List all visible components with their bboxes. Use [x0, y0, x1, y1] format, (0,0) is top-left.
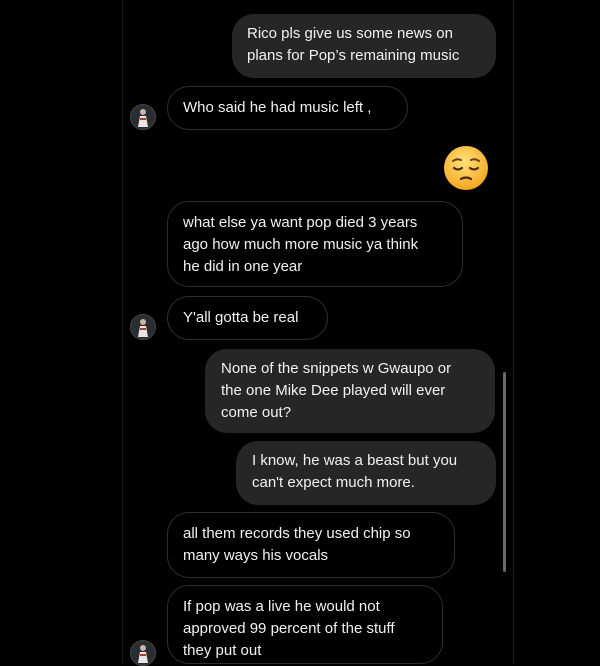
scrollbar[interactable] — [503, 372, 506, 572]
message-line: ago how much more music ya think — [183, 236, 419, 253]
profile-avatar-icon — [138, 109, 148, 127]
avatar[interactable] — [130, 640, 156, 666]
message-line: Rico pls give us some news on — [247, 25, 453, 42]
message-line: they put out — [183, 642, 262, 659]
message-line: what else ya want pop died 3 years — [183, 214, 418, 231]
message-outgoing[interactable]: Rico pls give us some news on plans for … — [232, 14, 496, 78]
message-incoming[interactable]: Who said he had music left , — [167, 86, 408, 130]
message-line: come out? — [221, 404, 292, 421]
message-line: the one Mike Dee played will ever — [221, 382, 446, 399]
message-line: many ways his vocals — [183, 547, 329, 564]
message-line: approved 99 percent of the stuff — [183, 620, 395, 637]
message-incoming[interactable]: If pop was a live he would not approved … — [167, 585, 443, 664]
message-line: all them records they used chip so — [183, 525, 411, 542]
message-line: Y'all gotta be real — [183, 309, 299, 326]
message-incoming[interactable]: what else ya want pop died 3 years ago h… — [167, 201, 463, 287]
message-line: None of the snippets w Gwaupo or — [221, 360, 452, 377]
avatar[interactable] — [130, 104, 156, 130]
message-line: he did in one year — [183, 258, 303, 275]
message-outgoing[interactable]: I know, he was a beast but you can't exp… — [236, 441, 496, 505]
pensive-face-emoji[interactable] — [442, 144, 490, 192]
message-outgoing[interactable]: None of the snippets w Gwaupo or the one… — [205, 349, 495, 433]
avatar[interactable] — [130, 314, 156, 340]
message-line: I know, he was a beast but you — [252, 452, 458, 469]
profile-avatar-icon — [138, 319, 148, 337]
profile-avatar-icon — [138, 645, 148, 663]
message-incoming[interactable]: Y'all gotta be real — [167, 296, 328, 340]
message-line: If pop was a live he would not — [183, 598, 380, 615]
pensive-face-icon — [444, 146, 488, 190]
message-line: can't expect much more. — [252, 474, 415, 491]
message-line: Who said he had music left , — [183, 99, 372, 116]
message-incoming[interactable]: all them records they used chip so many … — [167, 512, 455, 578]
message-line: plans for Pop’s remaining music — [247, 47, 460, 64]
